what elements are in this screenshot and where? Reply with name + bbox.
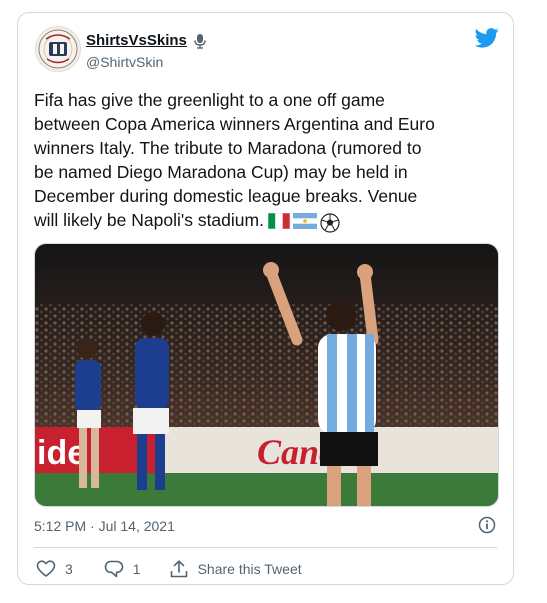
reply-button[interactable]: 1 <box>104 559 141 579</box>
avatar[interactable] <box>35 26 81 72</box>
twitter-bird-icon[interactable] <box>475 28 499 48</box>
microphone-icon <box>194 33 206 49</box>
tweet-text: Fifa has give the greenlight to a one of… <box>34 88 504 233</box>
info-icon[interactable] <box>478 516 496 534</box>
tweet-actions: 3 1 Share this Tweet <box>36 559 302 579</box>
like-count: 3 <box>65 561 73 577</box>
reply-bubble-icon <box>104 560 124 578</box>
like-button[interactable]: 3 <box>36 559 73 579</box>
match-photo-image: ide Canon <box>35 244 498 506</box>
soccer-ball-icon <box>320 213 340 233</box>
tweet-photo[interactable]: ide Canon <box>34 243 499 507</box>
ad-board-left-text: ide <box>37 434 86 472</box>
heart-icon <box>36 560 56 577</box>
tweet-body: Fifa has give the greenlight to a one of… <box>34 90 435 230</box>
reply-count: 1 <box>132 561 141 577</box>
tweet-timestamp[interactable]: 5:12 PM · Jul 14, 2021 <box>34 518 175 534</box>
italy-flag-icon <box>267 213 290 229</box>
share-label: Share this Tweet <box>197 561 302 577</box>
tweet-card[interactable]: ShirtsVsSkins @ShirtvSkin Fifa has give … <box>17 12 514 585</box>
avatar-logo-icon <box>38 29 78 69</box>
divider <box>34 547 497 548</box>
argentina-flag-icon <box>292 213 317 229</box>
user-handle[interactable]: @ShirtvSkin <box>86 54 163 70</box>
display-name[interactable]: ShirtsVsSkins <box>86 32 187 49</box>
share-upload-icon <box>170 560 187 578</box>
share-button[interactable]: Share this Tweet <box>169 559 302 579</box>
